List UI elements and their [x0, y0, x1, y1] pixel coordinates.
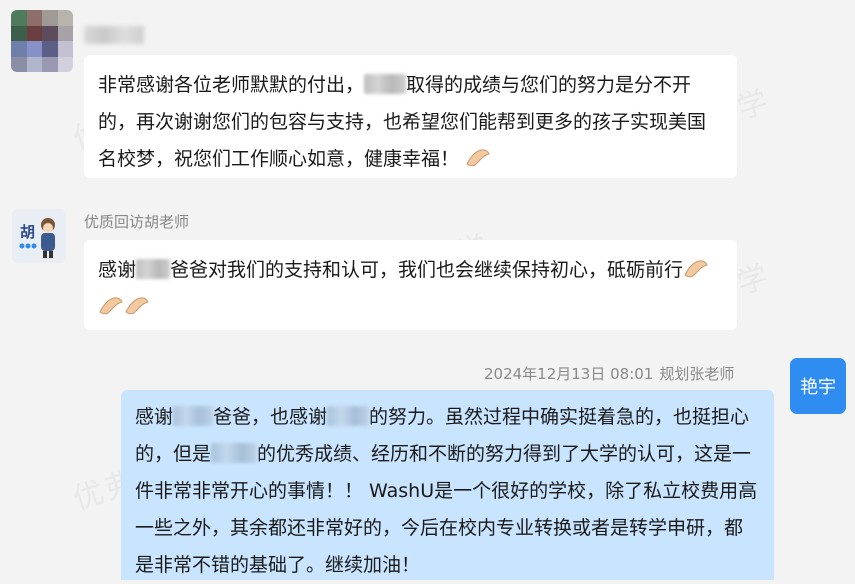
redacted-name [136, 259, 171, 279]
pinched-fingers-icon [466, 149, 490, 167]
pinched-fingers-icon [684, 260, 708, 278]
message-meta: 2024年12月13日 08:01 规划张老师 [484, 363, 734, 384]
avatar[interactable]: 胡 [12, 209, 66, 263]
message-timestamp: 2024年12月13日 08:01 [484, 365, 654, 383]
sender-name: 规划张老师 [659, 365, 735, 383]
message-text: 爸爸对我们的支持和认可，我们也会继续保持初心，砥砺前行 [170, 259, 684, 281]
message-text: 爸爸，也感谢 [213, 406, 328, 428]
message-text: 感谢 [98, 259, 137, 281]
pinched-fingers-icon [99, 297, 123, 315]
redacted-name [327, 406, 370, 426]
message-text: 非常感谢各位老师默默的付出， [98, 74, 365, 96]
redacted-name [211, 443, 258, 463]
message-bubble[interactable]: 感谢 爸爸，也感谢 的努力。虽然过程中确实挺着急的，也挺担心的，但是 的优秀成绩、经历… [121, 390, 774, 580]
avatar[interactable] [11, 10, 73, 72]
sender-name: 优质回访胡老师 [84, 213, 190, 231]
pinched-fingers-icon [125, 297, 149, 315]
sender-name-redacted [84, 26, 144, 44]
avatar[interactable]: 艳宇 [790, 358, 846, 414]
redacted-name [364, 74, 407, 94]
avatar-label: 艳宇 [800, 377, 836, 398]
teacher-avatar-icon: 胡 [12, 209, 66, 263]
message-bubble[interactable]: 感谢 爸爸对我们的支持和认可，我们也会继续保持初心，砥砺前行 [84, 240, 737, 330]
svg-text:胡: 胡 [20, 223, 35, 241]
message-bubble[interactable]: 非常感谢各位老师默默的付出， 取得的成绩与您们的努力是分不开的，再次谢谢您们的包容… [84, 55, 737, 178]
redacted-name [173, 406, 214, 426]
message-text: 感谢 [135, 406, 174, 428]
